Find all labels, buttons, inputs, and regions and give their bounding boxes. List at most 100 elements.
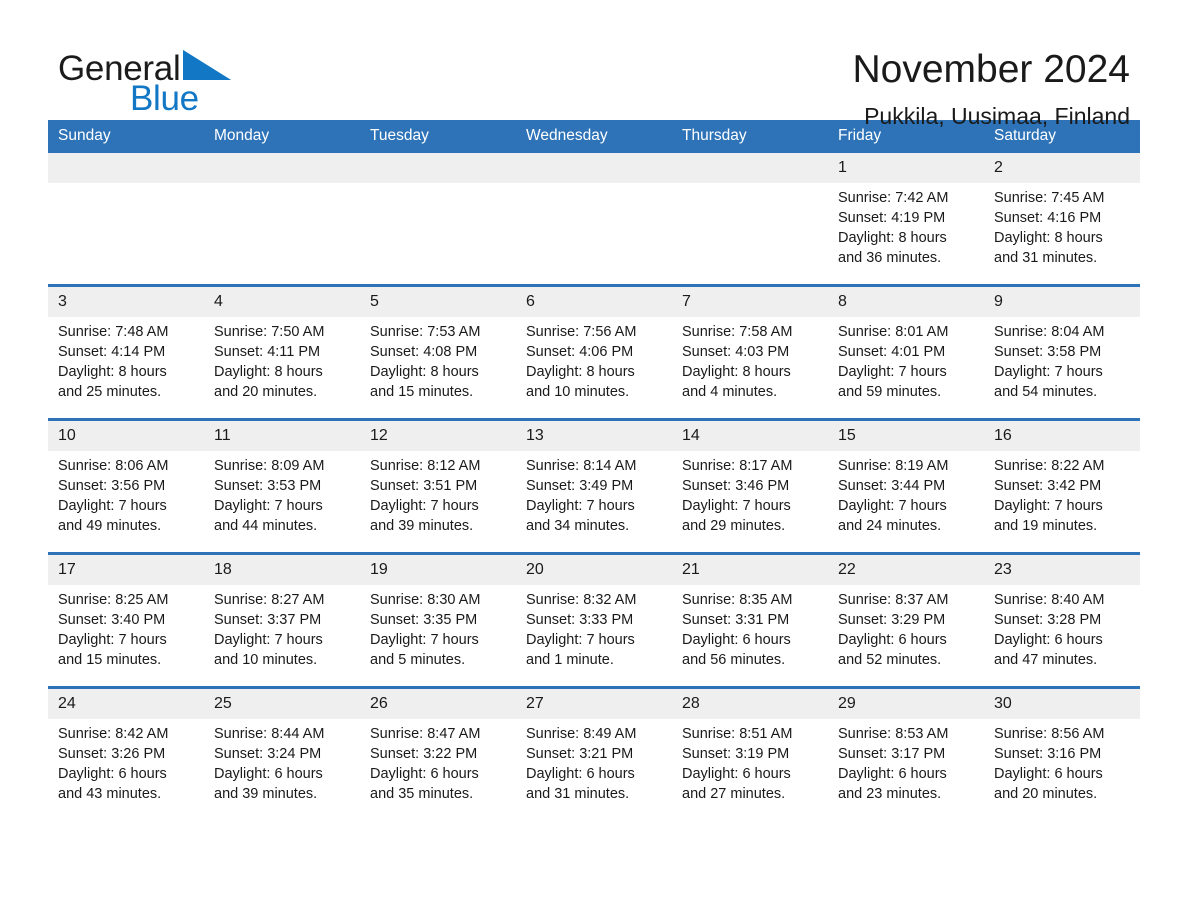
daylight-text-line1: Daylight: 7 hours	[214, 498, 323, 514]
day-cell[interactable]: 28 Sunrise: 8:51 AM Sunset: 3:19 PM Dayligh…	[672, 686, 828, 820]
daylight-text-line1: Daylight: 7 hours	[526, 632, 635, 648]
day-cell[interactable]: 26 Sunrise: 8:47 AM Sunset: 3:22 PM Dayligh…	[360, 686, 516, 820]
day-cell[interactable]: 27 Sunrise: 8:49 AM Sunset: 3:21 PM Dayligh…	[516, 686, 672, 820]
daylight-text-line2: and 15 minutes.	[370, 384, 474, 400]
day-info: Sunrise: 8:47 AM Sunset: 3:22 PM Daylight:…	[360, 719, 516, 804]
day-cell[interactable]: 3 Sunrise: 7:48 AM Sunset: 4:14 PM Daylight…	[48, 284, 204, 420]
sunrise-text: Sunrise: 8:09 AM	[214, 458, 325, 474]
daylight-text-line2: and 23 minutes.	[838, 786, 942, 802]
day-cell[interactable]: 18 Sunrise: 8:27 AM Sunset: 3:37 PM Dayligh…	[204, 552, 360, 688]
daylight-text-line1: Daylight: 6 hours	[838, 766, 947, 782]
day-cell[interactable]: 16 Sunrise: 8:22 AM Sunset: 3:42 PM Dayligh…	[984, 418, 1140, 554]
day-number: 19	[360, 555, 516, 585]
day-cell[interactable]: 12 Sunrise: 8:12 AM Sunset: 3:51 PM Dayligh…	[360, 418, 516, 554]
daylight-text-line2: and 36 minutes.	[838, 250, 942, 266]
page-title: November 2024	[852, 48, 1131, 91]
day-number: 29	[828, 689, 984, 719]
daylight-text-line1: Daylight: 7 hours	[370, 632, 479, 648]
day-cell[interactable]: 19 Sunrise: 8:30 AM Sunset: 3:35 PM Dayligh…	[360, 552, 516, 688]
day-cell[interactable]	[672, 153, 828, 286]
day-number: 17	[48, 555, 204, 585]
daylight-text-line2: and 25 minutes.	[58, 384, 162, 400]
calendar-week-row: 3 Sunrise: 7:48 AM Sunset: 4:14 PM Daylight…	[48, 284, 1140, 420]
day-number	[516, 153, 672, 183]
daylight-text-line1: Daylight: 7 hours	[682, 498, 791, 514]
sunset-text: Sunset: 3:17 PM	[838, 746, 946, 762]
daylight-text-line1: Daylight: 6 hours	[682, 632, 791, 648]
day-number: 16	[984, 421, 1140, 451]
day-cell[interactable]: 14 Sunrise: 8:17 AM Sunset: 3:46 PM Dayligh…	[672, 418, 828, 554]
sunrise-text: Sunrise: 8:30 AM	[370, 592, 481, 608]
weekday-header-thursday: Thursday	[672, 120, 828, 153]
daylight-text-line2: and 15 minutes.	[58, 652, 162, 668]
sunrise-text: Sunrise: 8:44 AM	[214, 726, 325, 742]
daylight-text-line2: and 49 minutes.	[58, 518, 162, 534]
day-cell[interactable]: 11 Sunrise: 8:09 AM Sunset: 3:53 PM Dayligh…	[204, 418, 360, 554]
day-cell[interactable]	[204, 153, 360, 286]
day-cell[interactable]: 30 Sunrise: 8:56 AM Sunset: 3:16 PM Dayligh…	[984, 686, 1140, 820]
day-number: 11	[204, 421, 360, 451]
daylight-text-line2: and 1 minute.	[526, 652, 614, 668]
day-cell[interactable]: 25 Sunrise: 8:44 AM Sunset: 3:24 PM Dayligh…	[204, 686, 360, 820]
day-cell[interactable]: 6 Sunrise: 7:56 AM Sunset: 4:06 PM Daylight…	[516, 284, 672, 420]
daylight-text-line1: Daylight: 8 hours	[58, 364, 167, 380]
day-info: Sunrise: 8:44 AM Sunset: 3:24 PM Daylight:…	[204, 719, 360, 804]
daylight-text-line1: Daylight: 6 hours	[526, 766, 635, 782]
day-info: Sunrise: 8:49 AM Sunset: 3:21 PM Daylight:…	[516, 719, 672, 804]
day-cell[interactable]: 13 Sunrise: 8:14 AM Sunset: 3:49 PM Dayligh…	[516, 418, 672, 554]
day-cell[interactable]: 17 Sunrise: 8:25 AM Sunset: 3:40 PM Dayligh…	[48, 552, 204, 688]
day-cell[interactable]: 5 Sunrise: 7:53 AM Sunset: 4:08 PM Daylight…	[360, 284, 516, 420]
calendar-table: Sunday Monday Tuesday Wednesday Thursday…	[48, 120, 1140, 820]
daylight-text-line2: and 39 minutes.	[214, 786, 318, 802]
calendar-page: General Blue November 2024 Pukkila, Uusi…	[0, 0, 1188, 918]
daylight-text-line2: and 54 minutes.	[994, 384, 1098, 400]
brand-logo[interactable]: General Blue	[58, 48, 318, 118]
daylight-text-line2: and 52 minutes.	[838, 652, 942, 668]
sunset-text: Sunset: 3:26 PM	[58, 746, 166, 762]
day-cell[interactable]: 23 Sunrise: 8:40 AM Sunset: 3:28 PM Dayligh…	[984, 552, 1140, 688]
day-cell[interactable]: 10 Sunrise: 8:06 AM Sunset: 3:56 PM Dayligh…	[48, 418, 204, 554]
daylight-text-line2: and 5 minutes.	[370, 652, 466, 668]
day-number: 1	[828, 153, 984, 183]
day-cell[interactable]: 4 Sunrise: 7:50 AM Sunset: 4:11 PM Daylight…	[204, 284, 360, 420]
sunset-text: Sunset: 3:46 PM	[682, 478, 790, 494]
day-number: 22	[828, 555, 984, 585]
day-cell[interactable]: 9 Sunrise: 8:04 AM Sunset: 3:58 PM Daylight…	[984, 284, 1140, 420]
day-number: 6	[516, 287, 672, 317]
day-number: 24	[48, 689, 204, 719]
day-number: 21	[672, 555, 828, 585]
sunset-text: Sunset: 3:31 PM	[682, 612, 790, 628]
day-info: Sunrise: 7:42 AM Sunset: 4:19 PM Daylight:…	[828, 183, 984, 268]
day-cell[interactable]	[516, 153, 672, 286]
day-cell[interactable]: 1 Sunrise: 7:42 AM Sunset: 4:19 PM Daylight…	[828, 153, 984, 286]
day-cell[interactable]: 20 Sunrise: 8:32 AM Sunset: 3:33 PM Dayligh…	[516, 552, 672, 688]
sunset-text: Sunset: 3:53 PM	[214, 478, 322, 494]
day-cell[interactable]: 29 Sunrise: 8:53 AM Sunset: 3:17 PM Dayligh…	[828, 686, 984, 820]
day-number: 9	[984, 287, 1140, 317]
day-cell[interactable]: 15 Sunrise: 8:19 AM Sunset: 3:44 PM Dayligh…	[828, 418, 984, 554]
sunrise-text: Sunrise: 8:35 AM	[682, 592, 793, 608]
calendar-week-row: 24 Sunrise: 8:42 AM Sunset: 3:26 PM Dayligh…	[48, 686, 1140, 820]
daylight-text-line2: and 10 minutes.	[526, 384, 630, 400]
sunset-text: Sunset: 3:51 PM	[370, 478, 478, 494]
daylight-text-line2: and 4 minutes.	[682, 384, 778, 400]
sunset-text: Sunset: 3:16 PM	[994, 746, 1102, 762]
day-number: 14	[672, 421, 828, 451]
day-cell[interactable]: 7 Sunrise: 7:58 AM Sunset: 4:03 PM Daylight…	[672, 284, 828, 420]
day-cell[interactable]: 2 Sunrise: 7:45 AM Sunset: 4:16 PM Daylight…	[984, 153, 1140, 286]
day-number	[360, 153, 516, 183]
day-cell[interactable]: 22 Sunrise: 8:37 AM Sunset: 3:29 PM Dayligh…	[828, 552, 984, 688]
day-cell[interactable]	[48, 153, 204, 286]
day-number: 18	[204, 555, 360, 585]
day-cell[interactable]	[360, 153, 516, 286]
day-info: Sunrise: 8:09 AM Sunset: 3:53 PM Daylight:…	[204, 451, 360, 536]
day-cell[interactable]: 24 Sunrise: 8:42 AM Sunset: 3:26 PM Dayligh…	[48, 686, 204, 820]
day-cell[interactable]: 21 Sunrise: 8:35 AM Sunset: 3:31 PM Dayligh…	[672, 552, 828, 688]
daylight-text-line1: Daylight: 6 hours	[370, 766, 479, 782]
calendar-week-row: 17 Sunrise: 8:25 AM Sunset: 3:40 PM Dayligh…	[48, 552, 1140, 688]
weekday-header-tuesday: Tuesday	[360, 120, 516, 153]
daylight-text-line1: Daylight: 8 hours	[370, 364, 479, 380]
sunrise-text: Sunrise: 8:32 AM	[526, 592, 637, 608]
day-cell[interactable]: 8 Sunrise: 8:01 AM Sunset: 4:01 PM Daylight…	[828, 284, 984, 420]
sunrise-text: Sunrise: 8:04 AM	[994, 324, 1105, 340]
